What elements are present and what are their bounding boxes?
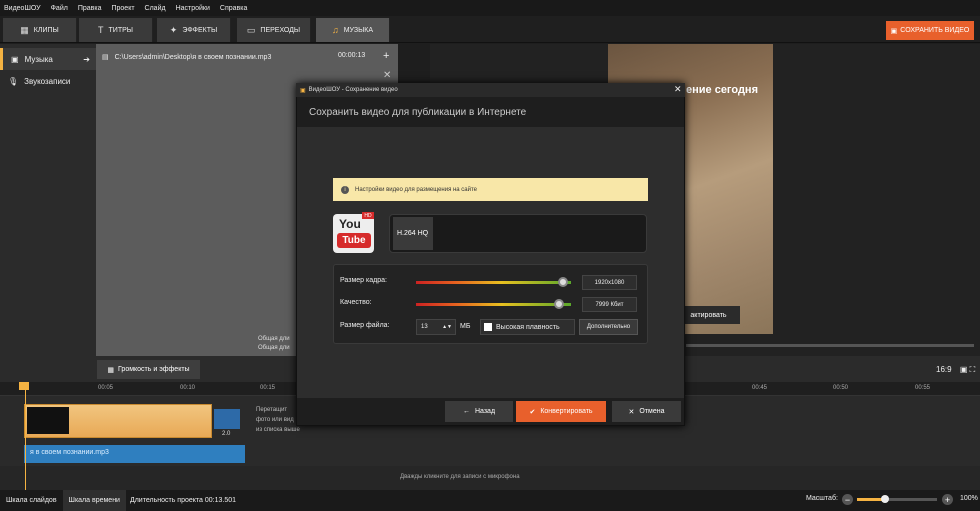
menu-bar: ВидеоШОУ Файл Правка Проект Слайд Настро…: [0, 0, 980, 16]
quality-value: 7999 Кбит: [582, 297, 637, 312]
quality-label: Качество:: [340, 299, 372, 306]
dialog-titlebar: ▣ ВидеоШОУ - Сохранение видео: [296, 83, 685, 97]
playback-bar[interactable]: [686, 344, 974, 347]
stepper-arrows-icon[interactable]: ▲▼: [442, 324, 452, 330]
overlay-title: ение сегодня: [686, 84, 758, 96]
transition-duration: 2.0: [222, 431, 231, 437]
arrow-right-icon: ➔: [83, 54, 90, 64]
quality-slider[interactable]: [416, 303, 571, 306]
advanced-button[interactable]: Дополнительно: [579, 319, 638, 335]
add-icon[interactable]: +: [383, 50, 389, 62]
film-icon: ▤: [102, 54, 109, 61]
menu-project[interactable]: Проект: [111, 5, 134, 12]
tick-label: 00:15: [260, 385, 276, 391]
menu-slide[interactable]: Слайд: [145, 5, 166, 12]
zoom-percent: 100%: [960, 495, 978, 502]
frame-size-value: 1920x1080: [582, 275, 637, 290]
tab-titles[interactable]: T ТИТРЫ: [79, 18, 153, 42]
file-size-unit: МБ: [460, 323, 471, 330]
gift-icon: ▣: [890, 27, 898, 35]
tab-effects[interactable]: ✦ ЭФФЕКТЫ: [157, 18, 231, 42]
app-logo: ВидеоШОУ: [4, 4, 41, 12]
tab-clips[interactable]: ▦ КЛИПЫ: [3, 18, 77, 42]
mic-hint: Дважды кликните для записи с микрофона: [400, 474, 520, 480]
transition-block[interactable]: [214, 409, 240, 429]
fullscreen-icon[interactable]: ⛶: [970, 365, 976, 374]
file-size-stepper[interactable]: 13 ▲▼: [416, 319, 456, 335]
back-button[interactable]: ← Назад: [445, 401, 513, 422]
transition-icon: ▭: [246, 24, 256, 35]
youtube-logo-hd: HD: [362, 212, 374, 219]
tab-transitions[interactable]: ▭ ПЕРЕХОДЫ: [237, 18, 311, 42]
volume-effects-button[interactable]: ▦ Громкость и эффекты: [97, 360, 200, 379]
cancel-button[interactable]: ✕ Отмена: [612, 401, 681, 422]
tick-label: 00:10: [180, 385, 196, 391]
edit-button[interactable]: актировать: [677, 306, 740, 324]
total-duration-text: Общая дли Общая дли: [258, 336, 290, 351]
zoom-label: Масштаб:: [806, 495, 838, 502]
sliders-icon: ▦: [107, 366, 115, 374]
quality-knob[interactable]: [553, 299, 564, 309]
tick-label: 00:45: [752, 385, 768, 391]
sidebar-item-recordings[interactable]: 🎙 Звукозаписи: [0, 70, 96, 92]
project-duration: Длительность проекта 00:13.501: [129, 497, 236, 504]
effects-icon: ✦: [169, 24, 178, 35]
tab-music[interactable]: ♫ МУЗЫКА: [316, 18, 390, 42]
tab-timeline[interactable]: Шкала времени: [62, 490, 126, 511]
zoom-out-icon[interactable]: −: [842, 494, 853, 505]
film-icon: ▦: [20, 24, 29, 35]
close-icon: ✕: [628, 408, 635, 416]
close-icon[interactable]: ✕: [383, 70, 391, 81]
frame-size-label: Размер кадра:: [340, 277, 387, 284]
tick-label: 00:05: [98, 385, 114, 391]
dialog-close-icon[interactable]: ✕: [674, 84, 682, 95]
check-icon: ✔: [529, 408, 536, 416]
track-path: C:\Users\admin\Desktop\я в своем познани…: [114, 53, 272, 61]
frame-size-slider[interactable]: [416, 281, 571, 284]
music-icon: ▣: [11, 54, 19, 64]
menu-help[interactable]: Справка: [220, 5, 247, 12]
info-icon: i: [341, 185, 349, 194]
notice-banner: i Настройки видео для размещения на сайте: [333, 178, 648, 201]
display-icon[interactable]: ▣: [960, 365, 968, 374]
menu-edit[interactable]: Правка: [78, 5, 102, 12]
high-smoothness-checkbox[interactable]: Высокая плавность: [480, 319, 575, 335]
sidebar-item-music[interactable]: ▣ Музыка ➔: [0, 48, 96, 70]
track-time: 00:00:13: [338, 52, 366, 59]
audio-clip[interactable]: я в своем познании.mp3: [24, 445, 245, 463]
mic-icon: 🎙: [8, 76, 19, 86]
aspect-ratio[interactable]: 16:9 ▣ ⛶: [936, 365, 975, 375]
tick-label: 00:55: [915, 385, 931, 391]
youtube-logo-tube: Tube: [337, 233, 371, 248]
tab-slides-scale[interactable]: Шкала слайдов: [0, 490, 63, 511]
zoom-knob[interactable]: [881, 495, 889, 503]
menu-file[interactable]: Файл: [51, 5, 68, 12]
playhead-handle[interactable]: [19, 382, 29, 390]
zoom-in-icon[interactable]: +: [942, 494, 953, 505]
menu-settings[interactable]: Настройки: [176, 5, 210, 12]
arrow-left-icon: ←: [462, 408, 470, 415]
app-icon: ▣: [300, 87, 306, 94]
sidebar: ▣ Музыка ➔ 🎙 Звукозаписи: [0, 44, 96, 356]
dialog-header: Сохранить видео для публикации в Интерне…: [297, 97, 684, 127]
playhead-line: [25, 382, 26, 490]
convert-button[interactable]: ✔ Конвертировать: [516, 401, 606, 422]
music-icon: ♫: [331, 25, 339, 35]
file-size-label: Размер файла:: [340, 322, 390, 329]
text-icon: T: [98, 25, 104, 35]
toolbar: ▦ КЛИПЫ T ТИТРЫ ✦ ЭФФЕКТЫ ▭ ПЕРЕХОДЫ ♫ МУЗЫКА: [0, 16, 980, 43]
save-video-dialog: [296, 83, 685, 426]
tick-label: 00:50: [833, 385, 849, 391]
checkbox-icon[interactable]: [484, 323, 492, 331]
save-video-button[interactable]: ▣ СОХРАНИТЬ ВИДЕО: [886, 21, 974, 40]
clip-thumbnail: [27, 407, 69, 434]
format-value: H.264 HQ: [397, 230, 429, 237]
youtube-logo-you: You: [339, 217, 361, 231]
